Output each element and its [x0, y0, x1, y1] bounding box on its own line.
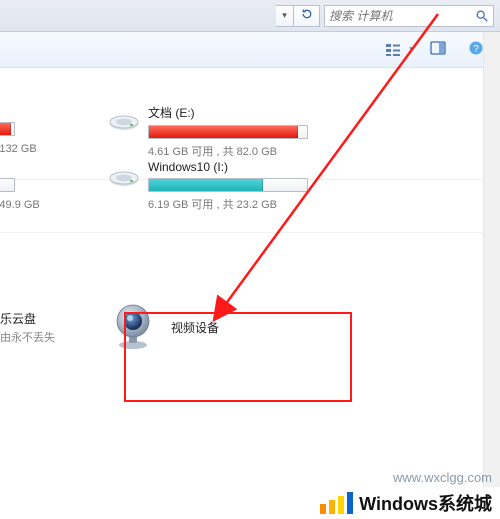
drive-name: Windows10 (I:)	[148, 160, 308, 174]
chevron-down-icon: ▾	[409, 44, 414, 55]
vertical-scrollbar[interactable]	[483, 32, 500, 487]
cloud-subtitle: 由永不丢失	[0, 329, 55, 345]
hard-drive-icon	[108, 104, 140, 132]
search-input[interactable]	[329, 9, 489, 23]
watermark-logo-icon	[320, 492, 353, 514]
drive-item[interactable]: ) 3 可用 , 共 132 GB	[0, 104, 63, 159]
cloud-drive-item[interactable]: 乐云盘 由永不丢失	[0, 310, 55, 345]
hard-drive-icon	[108, 160, 140, 188]
capacity-text: 3 可用 , 共 132 GB	[0, 140, 63, 156]
capacity-text: 4.61 GB 可用 , 共 82.0 GB	[148, 143, 308, 159]
preview-pane-icon	[430, 40, 446, 59]
drive-name: (H:)	[0, 160, 63, 174]
cloud-name: 乐云盘	[0, 310, 55, 327]
refresh-button[interactable]	[294, 5, 320, 27]
search-box[interactable]	[324, 5, 494, 27]
watermark: Windows系统城	[0, 487, 500, 519]
capacity-text: 6.19 GB 可用 , 共 23.2 GB	[148, 196, 308, 212]
capacity-bar	[148, 125, 308, 139]
capacity-bar	[0, 122, 15, 136]
search-icon	[475, 9, 489, 26]
path-dropdown-button[interactable]: ▾	[276, 5, 294, 27]
video-device-label: 视频设备	[171, 319, 219, 336]
toolbar: ▾ ?	[0, 32, 500, 68]
capacity-text: 3 可用 , 共 49.9 GB	[0, 196, 63, 212]
capacity-bar	[148, 178, 308, 192]
drive-name: 文档 (E:)	[148, 104, 308, 121]
drive-item[interactable]: 文档 (E:) 4.61 GB 可用 , 共 82.0 GB	[108, 104, 308, 159]
drive-item[interactable]: Windows10 (I:) 6.19 GB 可用 , 共 23.2 GB	[108, 160, 308, 212]
chevron-down-icon: ▾	[282, 10, 287, 21]
drive-item[interactable]: (H:) 3 可用 , 共 49.9 GB	[0, 160, 63, 212]
video-device-item[interactable]: 视频设备	[95, 293, 259, 361]
view-options-button[interactable]: ▾	[379, 39, 414, 61]
drive-name: )	[0, 104, 63, 118]
watermark-text: Windows系统城	[359, 490, 492, 516]
help-icon: ?	[468, 40, 484, 59]
devices-row: 乐云盘 由永不丢失	[0, 233, 500, 391]
drives-row-2: (H:) 3 可用 , 共 49.9 GB Windows10 (I:) 6.1…	[0, 160, 500, 233]
view-icon	[379, 39, 407, 61]
refresh-icon	[301, 8, 313, 23]
content-pane: ) 3 可用 , 共 132 GB 文档 (E:) 4.61 GB 可用 , 共…	[0, 68, 500, 391]
webcam-icon	[109, 303, 157, 351]
capacity-bar	[0, 178, 15, 192]
address-bar: ▾	[0, 0, 500, 32]
watermark-url: www.wxclgg.com	[393, 470, 492, 485]
svg-text:?: ?	[473, 44, 479, 55]
preview-pane-button[interactable]	[424, 39, 452, 61]
